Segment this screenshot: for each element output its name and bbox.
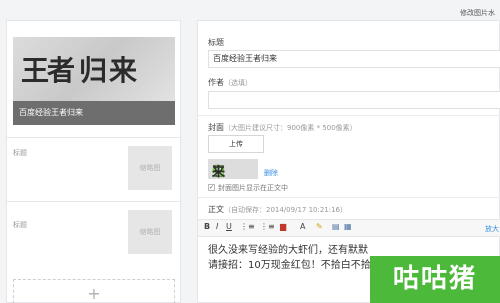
- upload-button[interactable]: 上传: [208, 135, 264, 153]
- cover-preview-image: 王者归来: [208, 159, 258, 179]
- watermark-logo: 咕咕猪: [370, 256, 500, 303]
- add-article-button[interactable]: +: [13, 279, 175, 303]
- title-label: 标题: [208, 38, 224, 47]
- cover-label: 封面（大图片建议尺寸：900像素 * 500像素）: [208, 122, 357, 133]
- title-input[interactable]: 百度经验王者归来: [208, 50, 500, 68]
- thumbnail-placeholder: 缩略图: [128, 146, 172, 190]
- thumbnail-placeholder: 缩略图: [128, 210, 172, 254]
- cover-brush-text-2: 归: [79, 54, 107, 87]
- delete-cover-link[interactable]: 删除: [264, 168, 278, 178]
- main-article-cover[interactable]: 王者 归 来 百度经验王者归来: [13, 37, 175, 125]
- modify-watermark-link[interactable]: 修改图片水: [460, 8, 495, 18]
- author-hint: （选填）: [224, 79, 252, 87]
- author-label: 作者（选填）: [208, 77, 252, 88]
- sub-article-title: 标题: [13, 221, 27, 229]
- cover-image: 王者 归 来: [13, 37, 175, 101]
- show-cover-option[interactable]: ✓ 封面图片显示在正文中: [208, 183, 288, 193]
- underline-button[interactable]: U: [226, 222, 232, 231]
- bold-button[interactable]: B: [204, 222, 210, 231]
- code-icon[interactable]: ▦: [344, 222, 352, 231]
- numbered-list-icon[interactable]: ⋮≡: [260, 222, 275, 231]
- divider: [198, 115, 500, 116]
- autosave-hint: （自动保存：2014/09/17 10:21:16）: [224, 206, 348, 214]
- body-line-2: 请接招：10万现金红包！不拾白不拾: [208, 260, 371, 271]
- author-input[interactable]: [208, 91, 500, 109]
- cover-label-text: 封面: [208, 123, 224, 132]
- list-item[interactable]: 标题 缩略图: [7, 201, 180, 263]
- article-list-panel: 王者 归 来 百度经验王者归来 标题 缩略图 标题 缩略图 +: [6, 20, 181, 303]
- highlight-icon[interactable]: ✎: [316, 222, 323, 231]
- image-icon[interactable]: ▆: [280, 222, 286, 231]
- cover-preview-text-3: 来: [212, 165, 225, 179]
- body-line-1: 很久没来写经验的大虾们，还有默默: [208, 245, 368, 256]
- font-color-icon[interactable]: A: [300, 222, 305, 231]
- show-cover-label: 封面图片显示在正文中: [218, 184, 288, 192]
- table-icon[interactable]: ▤: [332, 222, 340, 231]
- cover-article-title: 百度经验王者归来: [13, 101, 175, 125]
- sub-article-title: 标题: [13, 149, 27, 157]
- show-cover-checkbox[interactable]: ✓: [208, 183, 215, 191]
- author-label-text: 作者: [208, 78, 224, 87]
- enlarge-link[interactable]: 放大: [485, 224, 499, 234]
- cover-brush-text-3: 来: [109, 54, 137, 87]
- editor-toolbar: B I U ⋮≡ ⋮≡ ▆ A ✎ ▤ ▦ 放大: [198, 219, 500, 237]
- cover-size-hint: （大图片建议尺寸：900像素 * 500像素）: [224, 124, 357, 132]
- list-item[interactable]: 标题 缩略图: [7, 137, 180, 199]
- body-label-text: 正文: [208, 205, 224, 214]
- body-content-area[interactable]: 很久没来写经验的大虾们，还有默默 请接招：10万现金红包！不拾白不拾: [208, 243, 371, 273]
- italic-button[interactable]: I: [216, 222, 218, 231]
- body-label: 正文（自动保存：2014/09/17 10:21:16）: [208, 204, 347, 215]
- cover-brush-text-1: 王者: [21, 54, 75, 87]
- bullet-list-icon[interactable]: ⋮≡: [240, 222, 255, 231]
- divider: [198, 197, 500, 198]
